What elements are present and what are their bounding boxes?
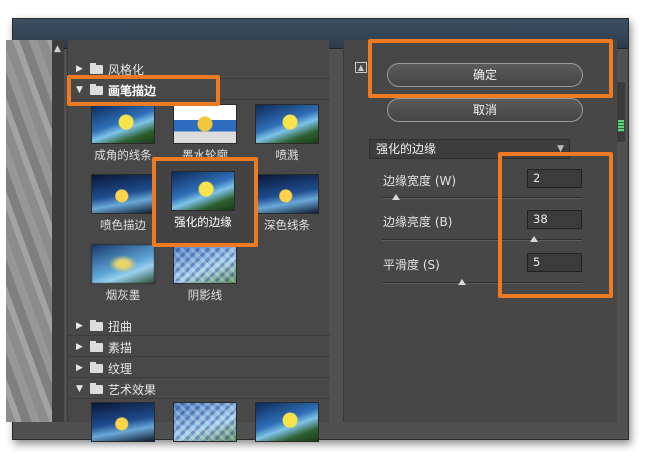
expand-right-icon: ▶ — [76, 64, 83, 74]
smoothness-slider-thumb[interactable] — [458, 279, 466, 285]
collapse-icon[interactable]: ▲ — [355, 62, 367, 73]
thumb-ink-outlines[interactable]: 墨水轮廓 — [173, 104, 237, 162]
preview-image — [6, 40, 52, 422]
edge-brightness-label: 边缘亮度 (B) — [383, 215, 453, 229]
thumbnail-image — [91, 104, 155, 144]
thumb-artistic-2[interactable] — [173, 402, 237, 457]
thumb-label: 喷溅 — [275, 148, 299, 162]
folder-sketch[interactable]: ▶ 素描 — [68, 338, 330, 357]
folder-label: 纹理 — [108, 361, 133, 376]
thumb-label: 强化的边缘 — [174, 215, 232, 229]
dialog-scrollbar[interactable] — [617, 82, 625, 142]
folder-icon — [90, 382, 103, 394]
preview-scrollbar[interactable] — [52, 40, 64, 422]
highlight-ok-callout — [368, 39, 613, 98]
highlight-params-callout — [498, 152, 613, 298]
thumb-sprayed-strokes[interactable]: 喷色描边 — [91, 174, 155, 232]
thumb-sumi-e[interactable]: 烟灰墨 — [91, 244, 155, 302]
folder-icon — [90, 62, 103, 74]
thumb-angled-strokes[interactable]: 成角的线条 — [91, 104, 155, 162]
thumb-label: 烟灰墨 — [105, 288, 141, 302]
thumbnail-image — [171, 171, 235, 211]
folder-texture[interactable]: ▶ 纹理 — [68, 359, 330, 378]
thumb-accented-edges[interactable]: 强化的边缘 — [171, 171, 235, 229]
folder-icon — [90, 361, 103, 373]
folder-artistic[interactable]: ▼ 艺术效果 — [68, 380, 330, 399]
expand-right-icon: ▶ — [76, 321, 83, 331]
thumbnail-image — [173, 402, 237, 442]
folder-label: 扭曲 — [108, 319, 133, 334]
highlight-selected-filter: 强化的边缘 — [152, 157, 258, 247]
scroll-grip[interactable] — [618, 120, 624, 132]
thumbnail-image — [91, 174, 155, 214]
scroll-up-icon[interactable]: ▲ — [54, 44, 61, 54]
folder-icon — [90, 319, 103, 331]
thumb-label: 深色线条 — [264, 218, 310, 232]
edge-width-label: 边缘宽度 (W) — [383, 174, 457, 188]
cancel-button[interactable]: 取消 — [387, 98, 583, 122]
thumb-artistic-3[interactable] — [255, 402, 319, 457]
thumbnail-image — [255, 402, 319, 442]
thumb-crosshatch[interactable]: 阴影线 — [173, 244, 237, 302]
expand-right-icon: ▶ — [76, 342, 83, 352]
folder-label: 素描 — [108, 340, 133, 355]
folder-icon — [90, 340, 103, 352]
thumb-label: 成角的线条 — [94, 148, 152, 162]
folder-distort[interactable]: ▶ 扭曲 — [68, 317, 330, 336]
highlight-folder-callout — [67, 75, 220, 106]
thumb-spatter[interactable]: 喷溅 — [255, 104, 319, 162]
thumb-dark-strokes[interactable]: 深色线条 — [255, 174, 319, 232]
thumb-artistic-1[interactable] — [91, 402, 155, 457]
edge-width-slider-thumb[interactable] — [392, 194, 400, 200]
thumb-label: 阴影线 — [187, 288, 223, 302]
smoothness-label: 平滑度 (S) — [383, 258, 440, 272]
thumbnail-image — [91, 244, 155, 284]
thumbnail-image — [255, 174, 319, 214]
thumbnail-image — [91, 402, 155, 442]
thumb-label: 喷色描边 — [100, 218, 146, 232]
folder-label: 艺术效果 — [108, 382, 157, 397]
expand-right-icon: ▶ — [76, 363, 83, 373]
thumbnail-image — [173, 104, 237, 144]
thumbnail-image — [173, 244, 237, 284]
expand-down-icon: ▼ — [76, 384, 83, 394]
filter-select-value: 强化的边缘 — [376, 142, 437, 156]
thumbnail-image — [255, 104, 319, 144]
